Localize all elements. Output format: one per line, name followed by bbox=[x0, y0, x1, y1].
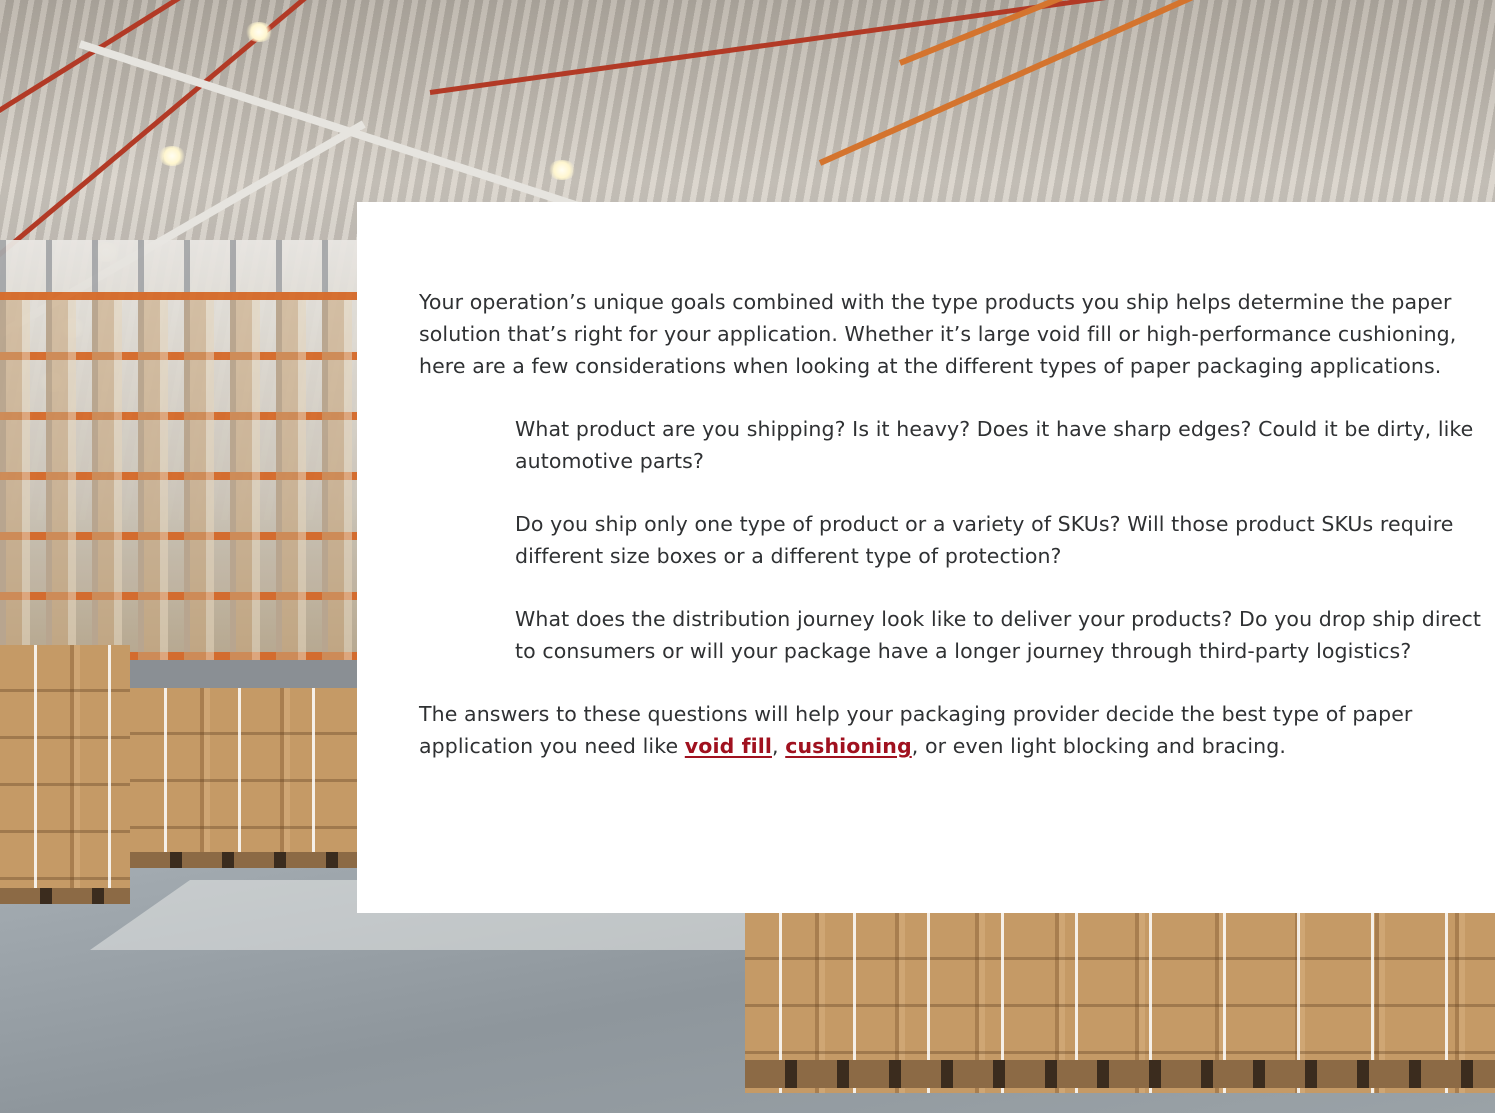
article-body: Your operation’s unique goals combined w… bbox=[419, 286, 1489, 762]
box-stack bbox=[0, 645, 130, 890]
conclusion-text-after: , or even light blocking and bracing. bbox=[911, 734, 1286, 758]
ceiling-lamp bbox=[158, 146, 186, 166]
pallet bbox=[0, 888, 130, 904]
intro-paragraph: Your operation’s unique goals combined w… bbox=[419, 290, 1457, 378]
content-card: Your operation’s unique goals combined w… bbox=[357, 202, 1495, 913]
cushioning-link[interactable]: cushioning bbox=[785, 734, 912, 758]
question-item: What does the distribution journey look … bbox=[515, 607, 1481, 663]
conclusion-paragraph: The answers to these questions will help… bbox=[419, 698, 1489, 762]
pallet bbox=[745, 1060, 1495, 1088]
void-fill-link[interactable]: void fill bbox=[685, 734, 772, 758]
box-stack bbox=[130, 688, 357, 853]
ceiling-lamp bbox=[548, 160, 576, 180]
question-item: What product are you shipping? Is it hea… bbox=[515, 417, 1474, 473]
rack-boxes bbox=[0, 300, 360, 660]
question-item: Do you ship only one type of product or … bbox=[515, 512, 1454, 568]
ceiling-lamp bbox=[245, 22, 273, 42]
pallet bbox=[130, 852, 357, 868]
conclusion-separator: , bbox=[771, 734, 786, 758]
